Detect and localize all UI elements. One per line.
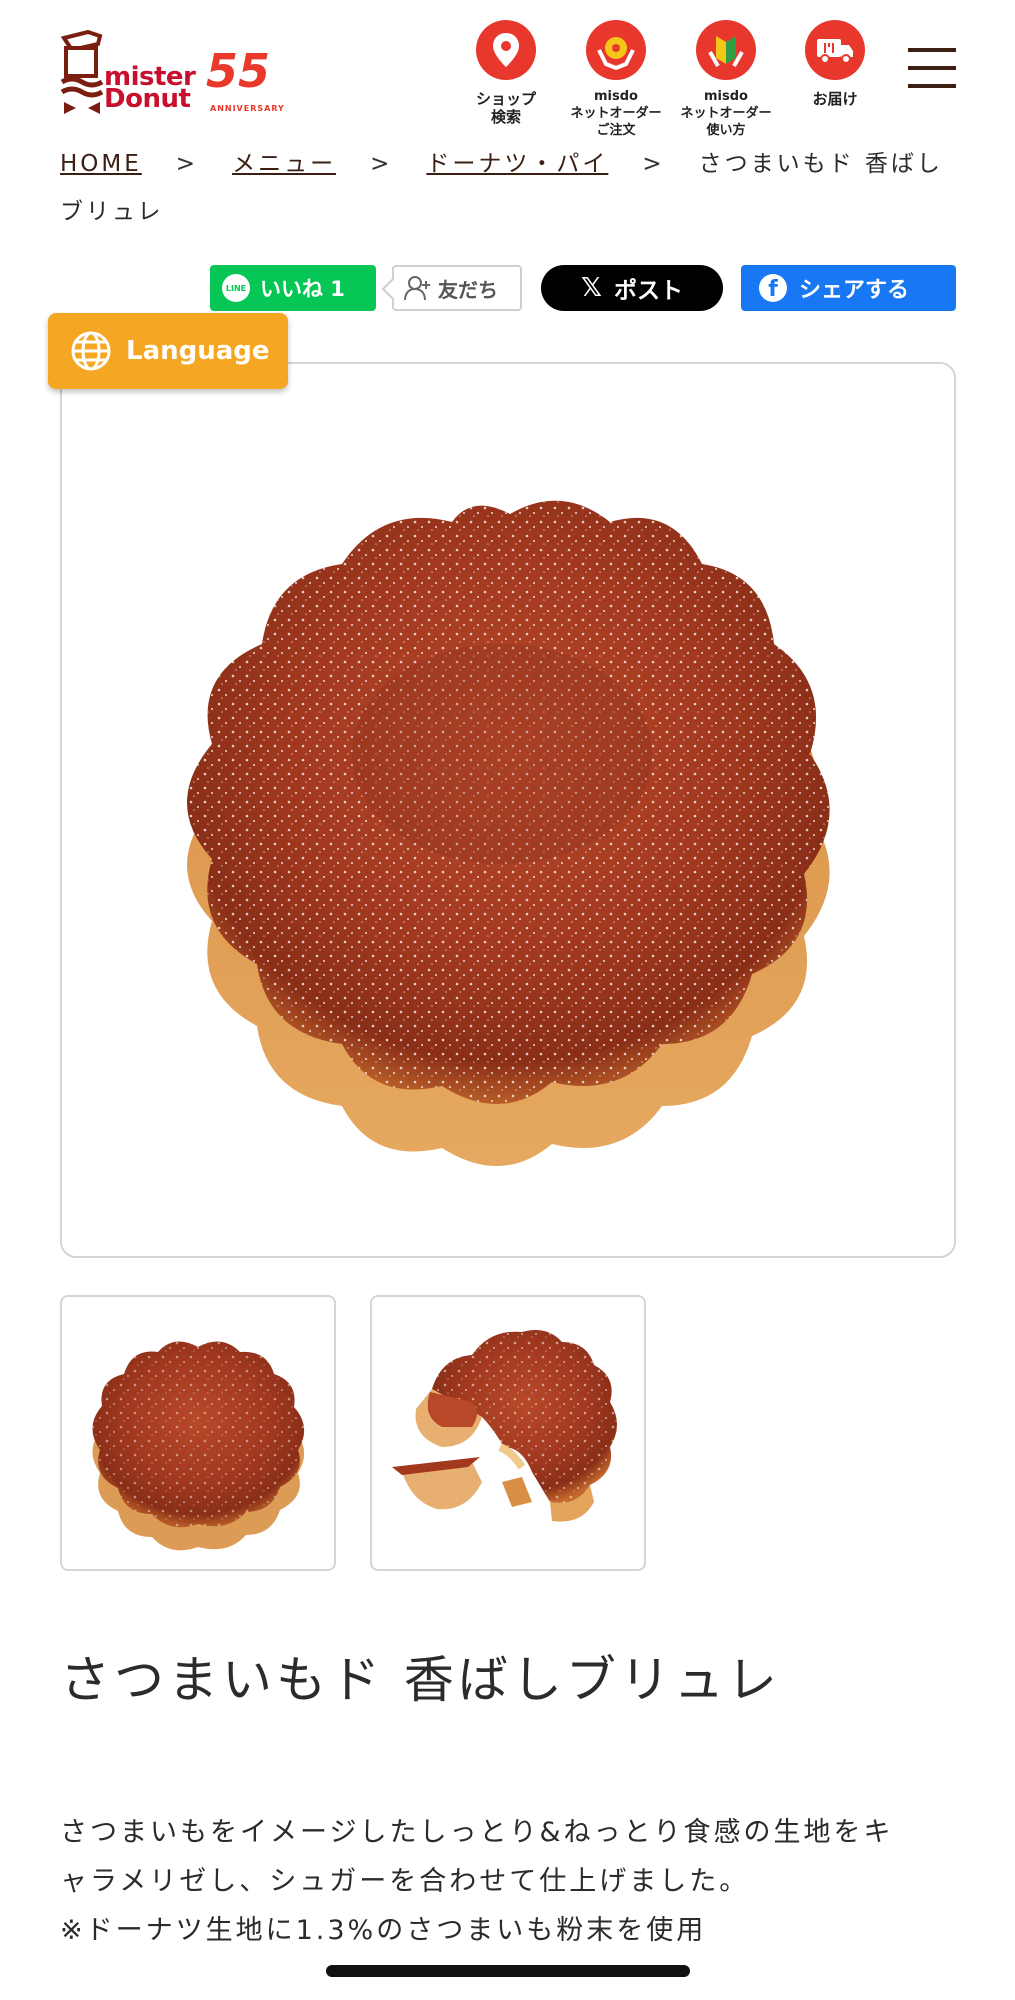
delivery-truck-icon — [805, 20, 865, 80]
nav-net-order-label: misdo ネットオーダー ご注文 — [570, 89, 662, 138]
language-label: Language — [126, 336, 270, 366]
hands-donut-icon — [586, 20, 646, 80]
mister-donut-logo[interactable]: mister Donut 55 ANNIVERSARY — [58, 30, 284, 120]
donut-thumbnail-broken — [392, 1329, 617, 1522]
x-post-label: ポスト — [613, 278, 683, 304]
globe-icon — [71, 331, 111, 371]
language-button[interactable]: Language — [48, 313, 288, 389]
breadcrumb-donut-pie-link[interactable]: ドーナツ・パイ — [426, 151, 608, 177]
nav-net-order-guide[interactable]: misdo ネットオーダー 使い方 — [678, 20, 774, 139]
x-post-button[interactable]: 𝕏 ポスト — [541, 265, 723, 311]
x-logo-icon: 𝕏 — [581, 273, 602, 303]
facebook-share-button[interactable]: f シェアする — [741, 265, 956, 311]
description-line: ※ドーナツ生地に1.3%のさつまいも粉末を使用 — [60, 1915, 707, 1946]
line-like-label: いいね 1 — [260, 277, 345, 301]
donut-thumbnail-whole — [92, 1341, 305, 1551]
product-description: さつまいもをイメージしたしっとり&ねっとり食感の生地をキ ャラメリゼし、シュガー… — [60, 1808, 960, 1955]
breadcrumb-separator: > — [175, 151, 199, 177]
facebook-icon: f — [759, 274, 787, 302]
nav-net-order-guide-label: misdo ネットオーダー 使い方 — [680, 89, 772, 138]
line-like-button[interactable]: LINE いいね 1 — [210, 265, 376, 311]
nav-net-order[interactable]: misdo ネットオーダー ご注文 — [568, 20, 664, 139]
anniversary-label: ANNIVERSARY — [210, 104, 285, 113]
add-friend-icon — [404, 276, 430, 301]
map-pin-icon — [476, 20, 536, 80]
nav-shop-search[interactable]: ショップ 検索 — [458, 20, 554, 126]
breadcrumb-menu-link[interactable]: メニュー — [232, 151, 336, 177]
breadcrumb-separator: > — [370, 151, 393, 177]
beginner-mark-icon — [696, 20, 756, 80]
logo-wordmark: mister Donut — [104, 62, 196, 114]
breadcrumb: HOME > メニュー > ドーナツ・パイ > さつまいもド 香ばしブリュレ — [60, 140, 960, 236]
nav-delivery-label: お届け — [812, 90, 858, 108]
nav-delivery[interactable]: お届け — [787, 20, 883, 108]
add-friend-label: 友だち — [438, 277, 498, 302]
chef-hat-logo-mark — [60, 30, 104, 114]
donut-brulee-photo — [187, 500, 830, 1167]
description-line: ャラメリゼし、シュガーを合わせて仕上げました。 — [60, 1866, 750, 1897]
product-title: さつまいもド 香ばしブリュレ — [60, 1651, 781, 1709]
home-indicator[interactable] — [326, 1965, 690, 1977]
share-buttons: LINE いいね 1 友だち 𝕏 ポスト f シェアする — [0, 265, 1015, 313]
product-thumbnail-1[interactable] — [60, 1295, 336, 1571]
breadcrumb-separator: > — [642, 151, 665, 177]
description-line: さつまいもをイメージしたしっとり&ねっとり食感の生地をキ — [60, 1817, 894, 1848]
product-thumbnail-2[interactable] — [370, 1295, 646, 1571]
line-add-friend-button[interactable]: 友だち — [392, 265, 522, 311]
menu-hamburger-icon[interactable] — [908, 48, 956, 100]
line-icon: LINE — [222, 274, 250, 302]
nav-shop-search-label: ショップ 検索 — [475, 90, 536, 126]
breadcrumb-home-link[interactable]: HOME — [60, 151, 142, 177]
site-header: mister Donut 55 ANNIVERSARY ショップ 検索 misd… — [0, 0, 1015, 150]
product-main-image — [60, 362, 956, 1258]
anniversary-number: 55 — [206, 44, 271, 98]
facebook-share-label: シェアする — [799, 278, 910, 303]
